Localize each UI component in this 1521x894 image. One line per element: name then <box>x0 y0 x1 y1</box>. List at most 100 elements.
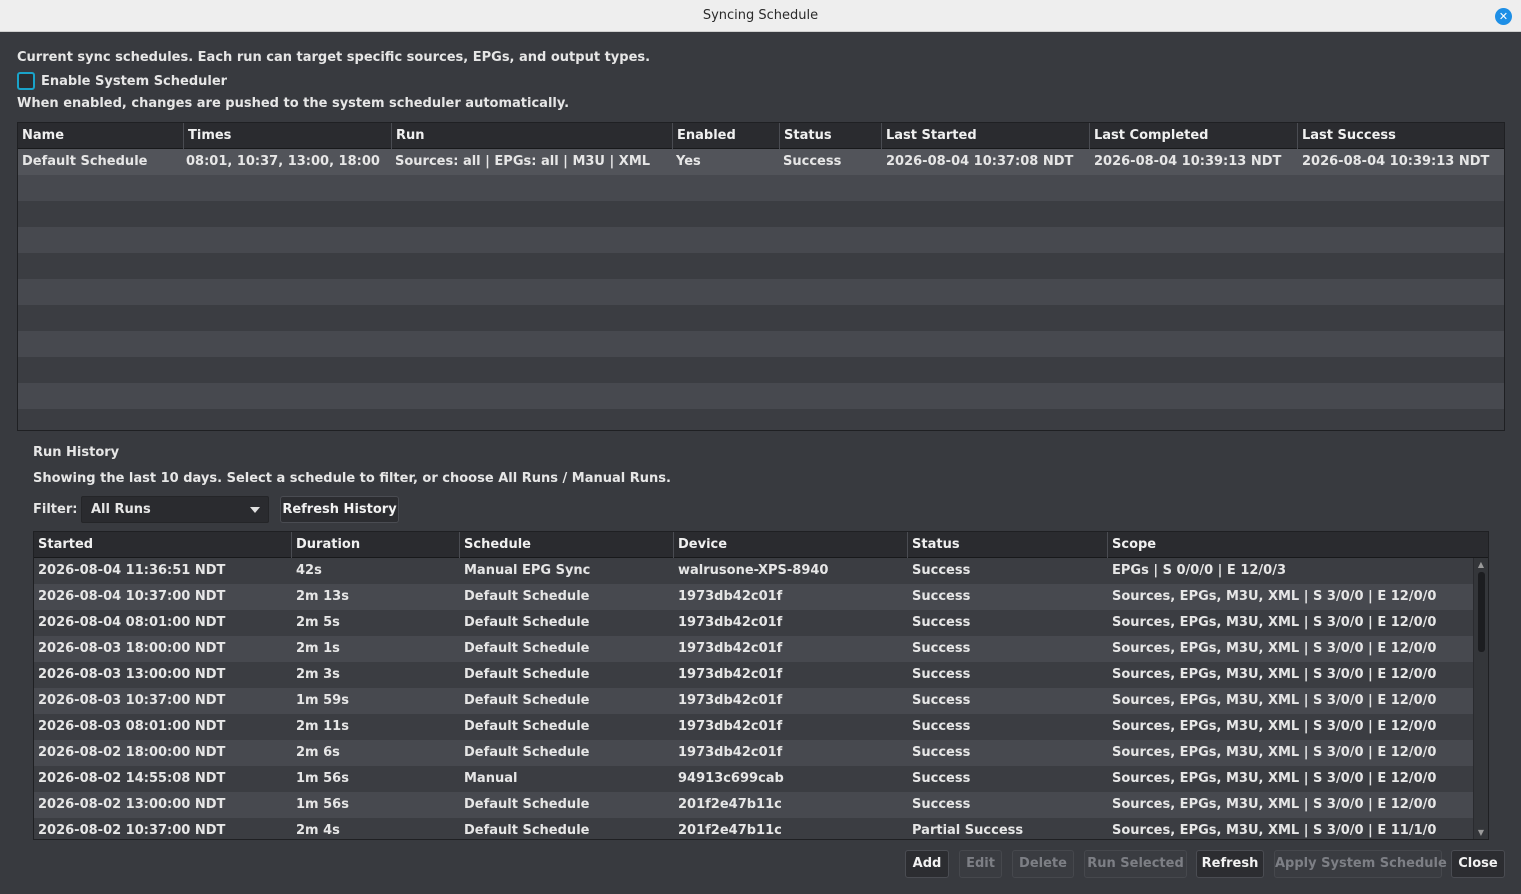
title-bar: Syncing Schedule ✕ <box>0 0 1521 32</box>
cell-run: Sources: all | EPGs: all | M3U | XML <box>395 154 651 169</box>
empty-row <box>18 175 1504 201</box>
column-header[interactable]: Scope <box>1107 532 1474 558</box>
delete-button[interactable]: Delete <box>1012 850 1074 878</box>
cell-schedule: Default Schedule <box>464 823 590 838</box>
filter-value: All Runs <box>91 502 151 517</box>
cell-device: 1973db42c01f <box>678 667 783 682</box>
cell-name: Default Schedule <box>22 154 148 169</box>
column-header[interactable]: Schedule <box>459 532 673 558</box>
cell-duration: 2m 11s <box>296 719 349 734</box>
apply-system-schedule-button[interactable]: Apply System Schedule <box>1274 850 1447 878</box>
cell-duration: 42s <box>296 563 322 578</box>
column-header[interactable]: Last Started <box>881 123 1089 149</box>
cell-schedule: Default Schedule <box>464 719 590 734</box>
history-scrollbar[interactable]: ▲ ▼ <box>1473 558 1488 839</box>
edit-button[interactable]: Edit <box>959 850 1002 878</box>
schedules-header: Name Times Run Enabled Status Last Start… <box>18 123 1504 149</box>
column-header[interactable]: Enabled <box>672 123 779 149</box>
cell-last-success: 2026-08-04 10:39:13 NDT <box>1302 154 1490 169</box>
scroll-thumb[interactable] <box>1478 572 1485 652</box>
cell-status: Success <box>912 745 971 760</box>
table-row[interactable]: 2026-08-02 13:00:00 NDT 1m 56s Default Sch… <box>34 792 1475 818</box>
column-header[interactable]: Status <box>779 123 881 149</box>
refresh-button[interactable]: Refresh <box>1196 850 1264 878</box>
cell-started: 2026-08-04 11:36:51 NDT <box>38 563 226 578</box>
column-header[interactable]: Run <box>391 123 672 149</box>
cell-started: 2026-08-03 08:01:00 NDT <box>38 719 226 734</box>
column-header[interactable]: Times <box>183 123 391 149</box>
cell-duration: 1m 56s <box>296 771 349 786</box>
table-row[interactable]: 2026-08-03 10:37:00 NDT 1m 59s Default Sch… <box>34 688 1475 714</box>
table-row[interactable]: 2026-08-02 14:55:08 NDT 1m 56s Manual 94913… <box>34 766 1475 792</box>
empty-row <box>18 357 1504 383</box>
scheduler-hint: When enabled, changes are pushed to the … <box>17 96 570 111</box>
table-row[interactable]: 2026-08-02 18:00:00 NDT 2m 6s Default Sche… <box>34 740 1475 766</box>
table-row[interactable]: 2026-08-03 08:01:00 NDT 2m 11s Default Sch… <box>34 714 1475 740</box>
column-header[interactable]: Name <box>18 123 183 149</box>
window-title: Syncing Schedule <box>702 8 819 23</box>
table-row[interactable]: 2026-08-02 10:37:00 NDT 2m 4s Default Sche… <box>34 818 1475 839</box>
cell-status: Success <box>912 797 971 812</box>
table-row[interactable]: 2026-08-03 18:00:00 NDT 2m 1s Default Sche… <box>34 636 1475 662</box>
run-history-table[interactable]: Started Duration Schedule Device Status … <box>33 531 1489 840</box>
column-header[interactable]: Duration <box>291 532 459 558</box>
table-row[interactable]: 2026-08-04 10:37:00 NDT 2m 13s Default Sch… <box>34 584 1475 610</box>
table-row[interactable]: 2026-08-03 13:00:00 NDT 2m 3s Default Sche… <box>34 662 1475 688</box>
cell-device: walrusone-XPS-8940 <box>678 563 829 578</box>
cell-device: 1973db42c01f <box>678 719 783 734</box>
cell-status: Partial Success <box>912 823 1024 838</box>
column-header[interactable]: Last Success <box>1297 123 1504 149</box>
chevron-down-icon <box>250 507 260 513</box>
close-button[interactable]: Close <box>1451 850 1505 878</box>
scroll-down-icon[interactable]: ▼ <box>1476 828 1486 837</box>
cell-duration: 1m 59s <box>296 693 349 708</box>
cell-duration: 2m 1s <box>296 641 340 656</box>
cell-scope: Sources, EPGs, M3U, XML | S 3/0/0 | E 12… <box>1112 667 1437 682</box>
cell-device: 1973db42c01f <box>678 745 783 760</box>
scroll-up-icon[interactable]: ▲ <box>1476 560 1486 569</box>
cell-schedule: Manual EPG Sync <box>464 563 591 578</box>
cell-device: 1973db42c01f <box>678 615 783 630</box>
cell-scope: Sources, EPGs, M3U, XML | S 3/0/0 | E 12… <box>1112 771 1437 786</box>
cell-duration: 2m 4s <box>296 823 340 838</box>
cell-enabled: Yes <box>676 154 701 169</box>
add-button[interactable]: Add <box>905 850 949 878</box>
cell-last-started: 2026-08-04 10:37:08 NDT <box>886 154 1074 169</box>
cell-schedule: Manual <box>464 771 518 786</box>
column-header[interactable]: Last Completed <box>1089 123 1297 149</box>
empty-row <box>18 409 1504 430</box>
cell-schedule: Default Schedule <box>464 693 590 708</box>
cell-started: 2026-08-04 10:37:00 NDT <box>38 589 226 604</box>
refresh-history-button[interactable]: Refresh History <box>280 496 399 523</box>
empty-row <box>18 279 1504 305</box>
cell-status: Success <box>912 615 971 630</box>
enable-scheduler-label[interactable]: Enable System Scheduler <box>41 74 227 89</box>
empty-row <box>18 227 1504 253</box>
cell-scope: Sources, EPGs, M3U, XML | S 3/0/0 | E 12… <box>1112 641 1437 656</box>
schedules-table[interactable]: Name Times Run Enabled Status Last Start… <box>17 122 1505 431</box>
run-history-description: Showing the last 10 days. Select a sched… <box>33 471 671 486</box>
table-row[interactable]: 2026-08-04 08:01:00 NDT 2m 5s Default Sche… <box>34 610 1475 636</box>
cell-started: 2026-08-02 13:00:00 NDT <box>38 797 226 812</box>
empty-row <box>18 331 1504 357</box>
cell-device: 201f2e47b11c <box>678 823 782 838</box>
table-row[interactable]: Default Schedule 08:01, 10:37, 13:00, 18… <box>18 149 1504 175</box>
enable-scheduler-checkbox[interactable] <box>17 72 35 90</box>
cell-device: 94913c699cab <box>678 771 784 786</box>
cell-duration: 2m 6s <box>296 745 340 760</box>
cell-device: 1973db42c01f <box>678 641 783 656</box>
column-header[interactable]: Started <box>34 532 291 558</box>
cell-started: 2026-08-03 13:00:00 NDT <box>38 667 226 682</box>
close-icon[interactable]: ✕ <box>1495 8 1512 25</box>
column-header[interactable]: Device <box>673 532 907 558</box>
column-header[interactable]: Status <box>907 532 1107 558</box>
cell-device: 1973db42c01f <box>678 589 783 604</box>
cell-schedule: Default Schedule <box>464 589 590 604</box>
run-selected-button[interactable]: Run Selected <box>1084 850 1187 878</box>
cell-scope: Sources, EPGs, M3U, XML | S 3/0/0 | E 12… <box>1112 589 1437 604</box>
cell-scope: Sources, EPGs, M3U, XML | S 3/0/0 | E 12… <box>1112 719 1437 734</box>
cell-status: Success <box>912 641 971 656</box>
cell-status: Success <box>783 154 842 169</box>
table-row[interactable]: 2026-08-04 11:36:51 NDT 42s Manual EPG Syn… <box>34 558 1475 584</box>
filter-select[interactable]: All Runs <box>81 496 269 523</box>
